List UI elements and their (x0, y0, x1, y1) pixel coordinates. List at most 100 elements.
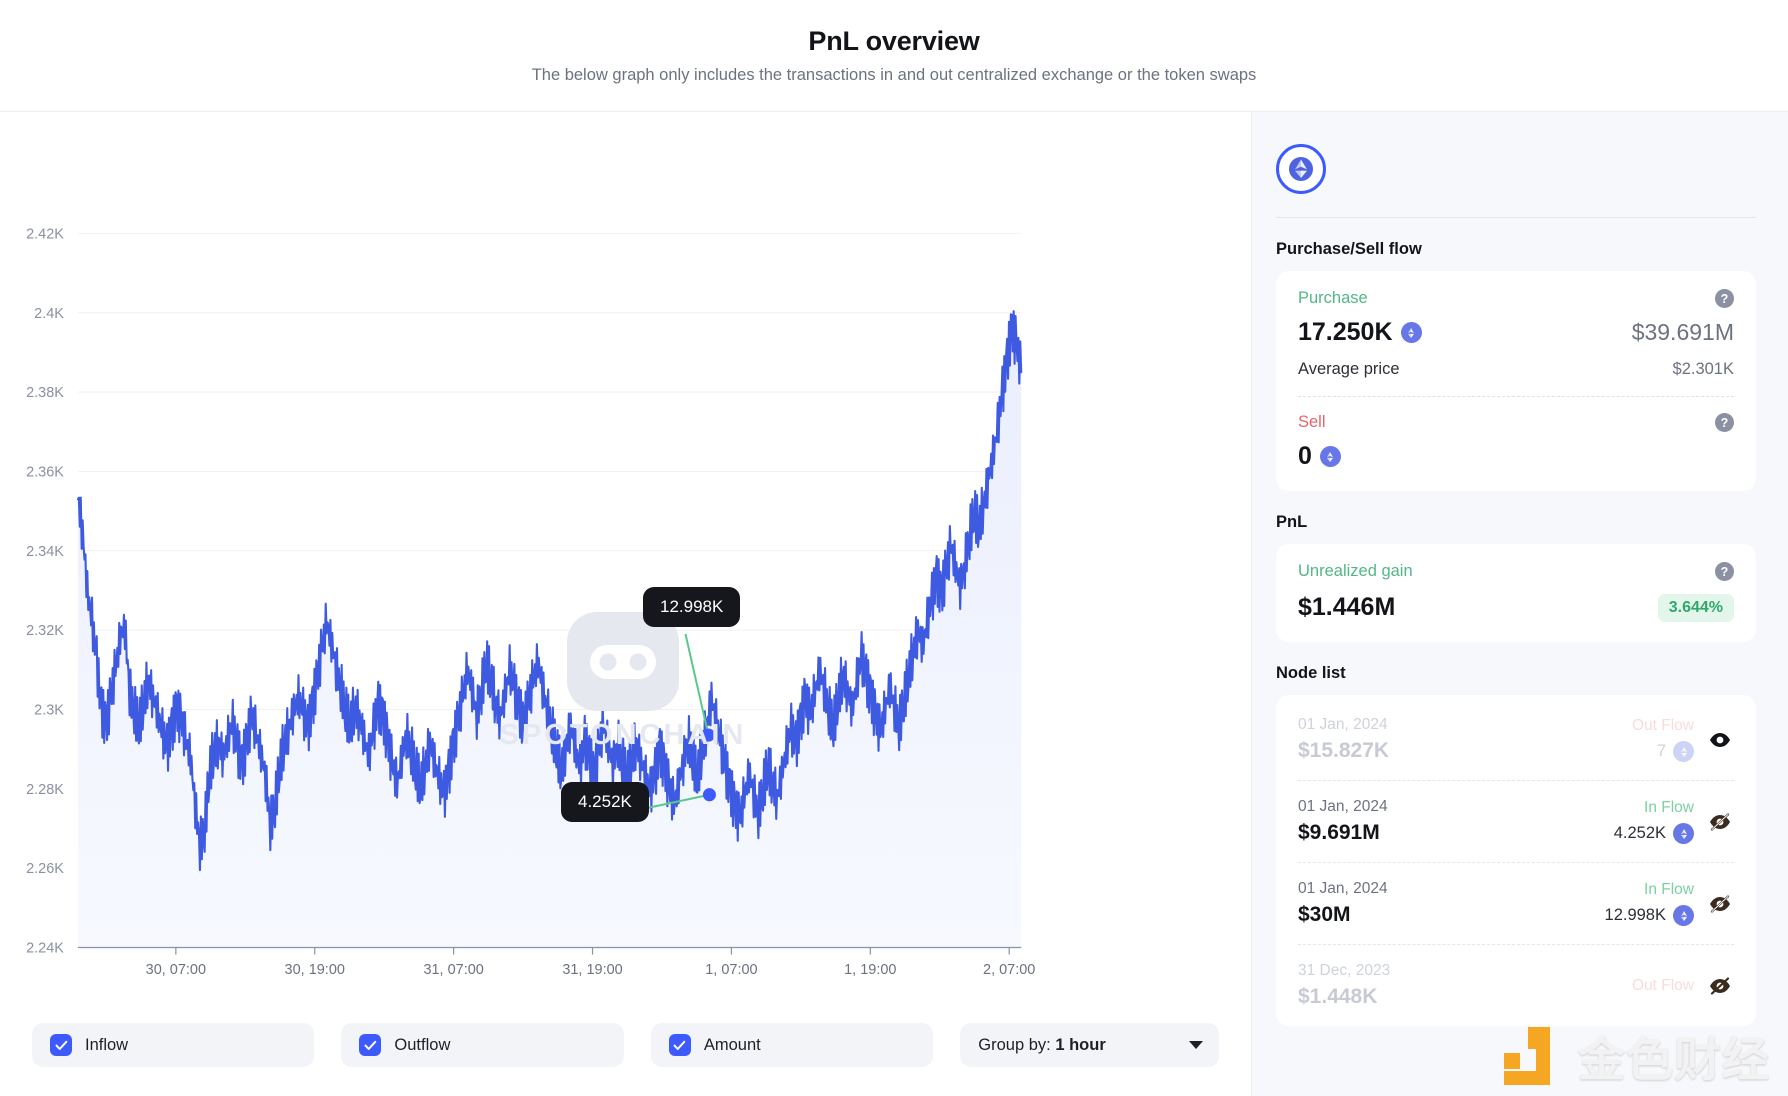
node-qty-wrap: 4.252K (1614, 823, 1694, 844)
svg-text:31, 19:00: 31, 19:00 (562, 962, 622, 978)
purchase-usd: $39.691M (1631, 319, 1734, 345)
amount-checkbox[interactable]: Amount (650, 1023, 934, 1067)
node-list-card: 01 Jan, 2024 $15.827K Out Flow 7 01 Jan,… (1276, 695, 1756, 1026)
details-panel: Purchase/Sell flow Purchase ? 17.250K $3… (1252, 112, 1788, 1096)
node-row-right: In Flow 12.998K (1605, 881, 1694, 926)
ethereum-mini-icon (1673, 823, 1694, 844)
node-list-row[interactable]: 01 Jan, 2024 $9.691M In Flow 4.252K (1298, 780, 1734, 862)
pnl-line-chart[interactable]: 2.42K 2.4K 2.38K 2.36K 2.34K 2.32K 2.3K 2.28K 2.… (0, 112, 1251, 994)
node-list-section-title: Node list (1276, 664, 1346, 682)
svg-text:2.24K: 2.24K (26, 940, 64, 956)
panel-divider (1276, 217, 1756, 218)
annotation-point-2 (702, 788, 716, 802)
node-list-row[interactable]: 31 Dec, 2023 $1.448K Out Flow (1298, 944, 1734, 1026)
inflow-checkbox[interactable]: Inflow (32, 1023, 315, 1067)
svg-text:2.28K: 2.28K (26, 782, 64, 798)
chart-tooltip-low: 4.252K (561, 782, 649, 822)
annotation-point-1 (701, 728, 715, 742)
node-usd-amount: $1.448K (1298, 985, 1378, 1008)
svg-text:2.42K: 2.42K (26, 226, 64, 242)
checkbox-icon[interactable] (668, 1034, 691, 1056)
eye-off-icon[interactable] (1706, 894, 1734, 913)
svg-text:1, 19:00: 1, 19:00 (844, 962, 896, 978)
node-date: 01 Jan, 2024 (1298, 716, 1388, 733)
sell-help-icon[interactable]: ? (1715, 413, 1734, 432)
jinse-logo-icon (1500, 1025, 1564, 1087)
node-qty: 12.998K (1604, 906, 1666, 924)
node-qty-wrap: 7 (1632, 741, 1694, 762)
corner-watermark: 金色财经 (1500, 1021, 1770, 1090)
amount-label: Amount (703, 1035, 761, 1054)
checkbox-icon[interactable] (50, 1034, 72, 1056)
eye-off-icon[interactable] (1706, 812, 1734, 831)
purchase-sell-section-title: Purchase/Sell flow (1276, 240, 1422, 258)
page-body: 2.42K 2.4K 2.38K 2.36K 2.34K 2.32K 2.3K 2.28K 2.… (0, 112, 1788, 1096)
node-date: 31 Dec, 2023 (1298, 962, 1391, 979)
corner-watermark-text: 金色财经 (1578, 1033, 1770, 1088)
pnl-card: Unrealized gain ? $1.446M 3.644% (1276, 544, 1756, 642)
svg-text:2.32K: 2.32K (26, 623, 64, 639)
checkbox-icon[interactable] (359, 1034, 382, 1056)
svg-text:2.4K: 2.4K (34, 306, 64, 322)
ethereum-mini-icon (1673, 905, 1694, 926)
node-flow-type: In Flow (1644, 881, 1694, 898)
ethereum-mini-icon (1319, 446, 1341, 467)
unrealized-gain-header-row: Unrealized gain ? (1298, 562, 1734, 581)
purchase-header-row: Purchase ? (1298, 289, 1734, 308)
node-list-row[interactable]: 01 Jan, 2024 $15.827K Out Flow 7 (1298, 699, 1734, 780)
group-by-text: Group by: 1 hour (978, 1036, 1105, 1055)
node-row-left: 01 Jan, 2024 $9.691M (1298, 798, 1602, 845)
node-date: 01 Jan, 2024 (1298, 880, 1388, 897)
purchase-label: Purchase (1298, 289, 1368, 307)
node-usd-amount: $30M (1298, 903, 1351, 926)
details-panel-inner: Purchase/Sell flow Purchase ? 17.250K $3… (1252, 112, 1788, 1026)
purchase-amount: 17.250K (1298, 318, 1393, 346)
node-row-right: Out Flow (1632, 977, 1694, 995)
svg-text:2, 07:00: 2, 07:00 (983, 962, 1035, 978)
outflow-checkbox[interactable]: Outflow (341, 1023, 624, 1067)
average-price-row: Average price $2.301K (1298, 360, 1734, 379)
node-row-left: 01 Jan, 2024 $30M (1298, 880, 1593, 927)
ethereum-icon (1276, 144, 1326, 194)
node-date: 01 Jan, 2024 (1298, 798, 1388, 815)
chart-tooltip-high: 12.998K (643, 587, 741, 627)
node-usd-amount: $15.827K (1298, 739, 1390, 762)
node-flow-type: Out Flow (1631, 976, 1694, 994)
svg-text:31, 07:00: 31, 07:00 (423, 962, 483, 978)
sell-label: Sell (1298, 413, 1326, 431)
sell-value-row: 0 (1298, 442, 1734, 471)
chevron-down-icon[interactable] (1189, 1041, 1203, 1049)
node-row-left: 01 Jan, 2024 $15.827K (1298, 716, 1620, 763)
ethereum-mini-icon (1673, 741, 1694, 762)
chart-controls: Inflow Outflow Amount Group by: 1 hour (0, 994, 1251, 1096)
sell-amount: 0 (1298, 442, 1312, 470)
purchase-value-row: 17.250K $39.691M (1298, 318, 1734, 347)
node-row-right: Out Flow 7 (1632, 717, 1694, 762)
node-list-row[interactable]: 01 Jan, 2024 $30M In Flow 12.998K (1298, 862, 1734, 944)
node-usd-amount: $9.691M (1298, 821, 1380, 844)
card-dashed-separator (1298, 396, 1734, 397)
outflow-label: Outflow (394, 1035, 451, 1054)
node-qty: 4.252K (1613, 824, 1666, 842)
chart-x-axis: 30, 07:00 30, 19:00 31, 07:00 31, 19:00 1, 0… (146, 947, 1035, 978)
pnl-section-title: PnL (1276, 513, 1308, 531)
eye-icon[interactable] (1706, 732, 1734, 748)
purchase-help-icon[interactable]: ? (1715, 289, 1734, 308)
group-by-dropdown[interactable]: Group by: 1 hour (960, 1023, 1219, 1067)
group-by-prefix: Group by: (978, 1035, 1051, 1054)
node-row-left: 31 Dec, 2023 $1.448K (1298, 962, 1620, 1009)
purchase-sell-card: Purchase ? 17.250K $39.691M Average pric… (1276, 271, 1756, 491)
node-flow-type: In Flow (1644, 799, 1694, 816)
chart-y-axis: 2.42K 2.4K 2.38K 2.36K 2.34K 2.32K 2.3K 2.28K 2.… (26, 226, 64, 956)
average-price-value: $2.301K (1672, 360, 1734, 378)
unrealized-gain-value: $1.446M (1298, 593, 1396, 621)
chart-area[interactable]: 2.42K 2.4K 2.38K 2.36K 2.34K 2.32K 2.3K 2.28K 2.… (0, 112, 1251, 994)
sell-header-row: Sell ? (1298, 413, 1734, 432)
purchase-amount-wrap: 17.250K (1298, 318, 1422, 347)
group-by-value: 1 hour (1055, 1035, 1106, 1054)
eye-off-icon[interactable] (1706, 976, 1734, 995)
pnl-help-icon[interactable]: ? (1715, 562, 1734, 581)
unrealized-gain-label: Unrealized gain (1298, 562, 1413, 580)
svg-text:2.36K: 2.36K (26, 464, 64, 480)
svg-text:1, 07:00: 1, 07:00 (705, 962, 757, 978)
